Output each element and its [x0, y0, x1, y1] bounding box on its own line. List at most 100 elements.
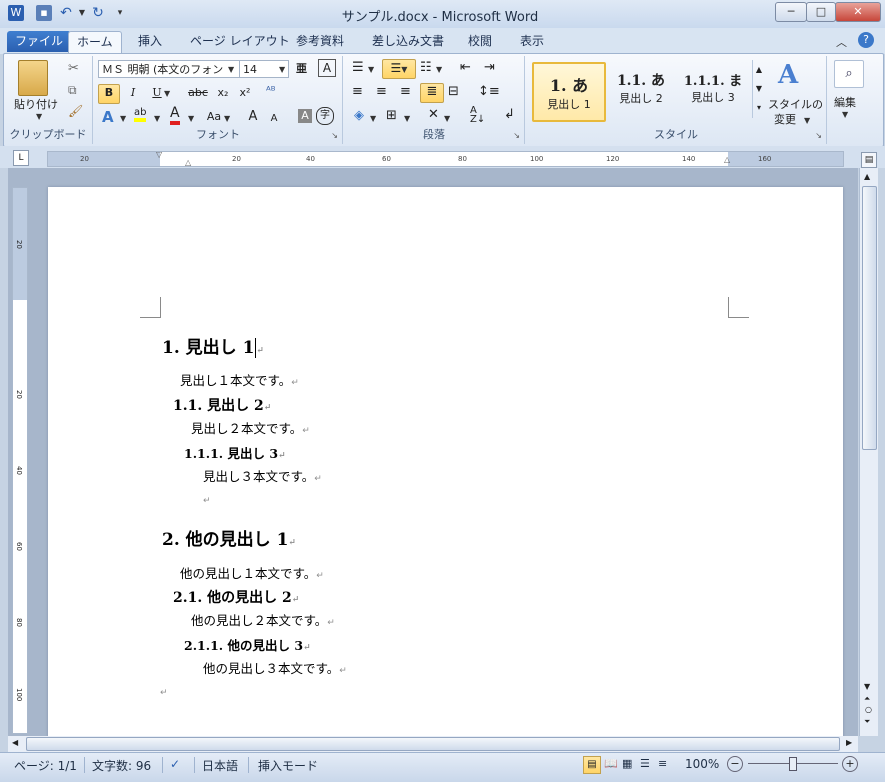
grow-font-button[interactable]: A [244, 108, 262, 128]
tab-references[interactable]: 参考資料 [288, 31, 352, 52]
undo-icon[interactable]: ↶ [58, 5, 74, 21]
tab-review[interactable]: 校閲 [460, 31, 500, 52]
asian-layout-dropdown-icon[interactable]: ▼ [444, 114, 450, 123]
align-right-icon[interactable]: ≡ [400, 84, 411, 99]
heading-3[interactable]: 1.1.1. 見出し 3↵ [184, 443, 286, 462]
font-name-combo[interactable]: ＭＳ 明朝 (本文のフォン [98, 60, 240, 78]
print-layout-icon[interactable]: ▤ [583, 756, 601, 774]
bullets-icon[interactable]: ☰ [352, 60, 364, 75]
previous-page-icon[interactable]: ⏶ [864, 694, 870, 704]
zoom-level[interactable]: 100% [685, 757, 719, 771]
draft-view-icon[interactable]: ≡ [658, 757, 667, 770]
insert-mode-indicator[interactable]: 挿入モード [258, 757, 318, 774]
body-paragraph[interactable]: 他の見出し１本文です。↵ [180, 563, 324, 582]
font-size-dropdown-icon[interactable]: ▼ [279, 65, 285, 74]
word-count[interactable]: 文字数: 96 [92, 757, 151, 774]
body-paragraph[interactable]: 見出し２本文です。↵ [191, 418, 310, 437]
scroll-down-icon[interactable]: ▼ [864, 682, 870, 691]
binoculars-icon[interactable]: ⌕ [834, 60, 864, 88]
tab-mailings[interactable]: 差し込み文書 [364, 31, 452, 52]
cut-icon[interactable]: ✂ [68, 61, 79, 76]
body-paragraph[interactable]: 見出し１本文です。↵ [180, 370, 299, 389]
save-icon[interactable]: ▪ [36, 5, 52, 21]
numbering-button[interactable]: ☰▼ [382, 59, 416, 79]
line-spacing-icon[interactable]: ↕≡ [478, 84, 500, 99]
styles-scroll[interactable]: ▲ ▼ ▾ [752, 60, 765, 118]
language-indicator[interactable]: 日本語 [202, 757, 238, 774]
customize-qat-icon[interactable]: ▾ [112, 5, 128, 21]
vertical-ruler[interactable]: 20 20 40 60 80 100 [12, 187, 28, 734]
minimize-ribbon-icon[interactable]: ︿ [836, 34, 847, 50]
page-count[interactable]: ページ: 1/1 [14, 757, 77, 774]
asian-layout-icon[interactable]: ✕ [428, 107, 439, 122]
heading-3[interactable]: 2.1.1. 他の見出し 3↵ [184, 635, 311, 654]
scroll-left-icon[interactable]: ◀ [12, 738, 18, 747]
maximize-button[interactable]: □ [806, 2, 836, 22]
heading-1[interactable]: 1. 見出し 1​↵ [162, 333, 264, 358]
editing-dropdown-icon[interactable]: ▼ [842, 110, 848, 119]
heading-1[interactable]: 2. 他の見出し 1↵ [162, 525, 296, 550]
next-page-icon[interactable]: ⏷ [864, 717, 870, 727]
align-center-icon[interactable]: ≡ [376, 84, 387, 99]
horizontal-scrollbar[interactable]: ◀ ▶ [8, 736, 858, 752]
hscroll-thumb[interactable] [26, 737, 840, 751]
help-icon[interactable]: ? [858, 32, 874, 48]
font-name-dropdown-icon[interactable]: ▼ [228, 65, 234, 74]
font-color-dropdown-icon[interactable]: ▼ [188, 114, 194, 123]
tab-page-layout[interactable]: ページ レイアウト [182, 31, 298, 52]
word-app-icon[interactable]: W [8, 5, 24, 21]
empty-paragraph[interactable]: ↵ [160, 683, 168, 698]
change-styles-dropdown-icon[interactable]: ▼ [804, 116, 810, 125]
tab-insert[interactable]: 挿入 [130, 31, 170, 52]
sort-icon[interactable]: A Z↓ [470, 106, 485, 125]
text-effects-dropdown-icon[interactable]: ▼ [120, 114, 126, 123]
style-heading-1[interactable]: 1. あ 見出し 1 [532, 62, 606, 122]
style-heading-2[interactable]: 1.1. あ 見出し 2 [606, 62, 676, 118]
justify-button[interactable]: ≣ [420, 83, 444, 103]
redo-icon[interactable]: ↻ [90, 5, 106, 21]
enclose-characters-icon[interactable]: 字 [316, 107, 334, 125]
styles-dialog-launcher-icon[interactable]: ↘ [815, 131, 822, 140]
change-styles-icon[interactable]: A [778, 60, 798, 90]
heading-2[interactable]: 1.1. 見出し 2↵ [173, 395, 271, 415]
scroll-right-icon[interactable]: ▶ [846, 738, 852, 747]
paragraph-dialog-launcher-icon[interactable]: ↘ [513, 131, 520, 140]
browse-object-icon[interactable]: ○ [865, 705, 872, 714]
italic-button[interactable]: I [124, 84, 142, 104]
clear-formatting-icon[interactable]: ᴬᴮ [266, 84, 276, 97]
web-layout-icon[interactable]: ▦ [622, 757, 632, 770]
paste-button[interactable]: 貼り付け [14, 96, 58, 112]
tab-selector-icon[interactable]: L [13, 150, 29, 166]
proofing-icon[interactable]: ✓ [170, 757, 180, 771]
body-paragraph[interactable]: 他の見出し２本文です。↵ [191, 610, 335, 629]
strikethrough-button[interactable]: abc [184, 84, 212, 104]
underline-dropdown-icon[interactable]: ▼ [164, 89, 170, 98]
right-indent-marker[interactable]: △ [724, 155, 730, 164]
tab-file[interactable]: ファイル [7, 31, 72, 52]
font-dialog-launcher-icon[interactable]: ↘ [331, 131, 338, 140]
bold-button[interactable]: B [98, 84, 120, 104]
borders-icon[interactable]: ⊞ [386, 108, 397, 123]
heading-2[interactable]: 2.1. 他の見出し 2↵ [173, 587, 299, 607]
scroll-up-icon[interactable]: ▲ [864, 172, 870, 181]
zoom-in-icon[interactable]: + [842, 756, 858, 772]
shading-dropdown-icon[interactable]: ▼ [370, 114, 376, 123]
tab-view[interactable]: 表示 [512, 31, 552, 52]
body-paragraph[interactable]: 他の見出し３本文です。↵ [203, 658, 347, 677]
increase-indent-icon[interactable]: ⇥ [484, 60, 495, 75]
zoom-out-icon[interactable]: − [727, 756, 743, 772]
minimize-button[interactable]: ─ [775, 2, 807, 22]
first-line-indent-marker[interactable]: ▽ [156, 150, 162, 159]
decrease-indent-icon[interactable]: ⇤ [460, 60, 471, 75]
format-painter-icon[interactable]: 🖌 [68, 104, 83, 118]
body-paragraph[interactable]: 見出し３本文です。↵ [203, 466, 322, 485]
text-effects-icon[interactable]: A [102, 108, 114, 126]
borders-dropdown-icon[interactable]: ▼ [404, 114, 410, 123]
character-shading-icon[interactable]: A [298, 109, 312, 123]
phonetic-guide-icon[interactable]: 亜 [296, 60, 307, 76]
shading-icon[interactable]: ◈ [354, 108, 364, 123]
change-styles-label-2[interactable]: 変更 [774, 111, 796, 127]
paste-dropdown-icon[interactable]: ▼ [36, 112, 42, 121]
change-styles-label-1[interactable]: スタイルの [768, 96, 823, 112]
show-hide-marks-icon[interactable]: ↲ [504, 107, 515, 122]
